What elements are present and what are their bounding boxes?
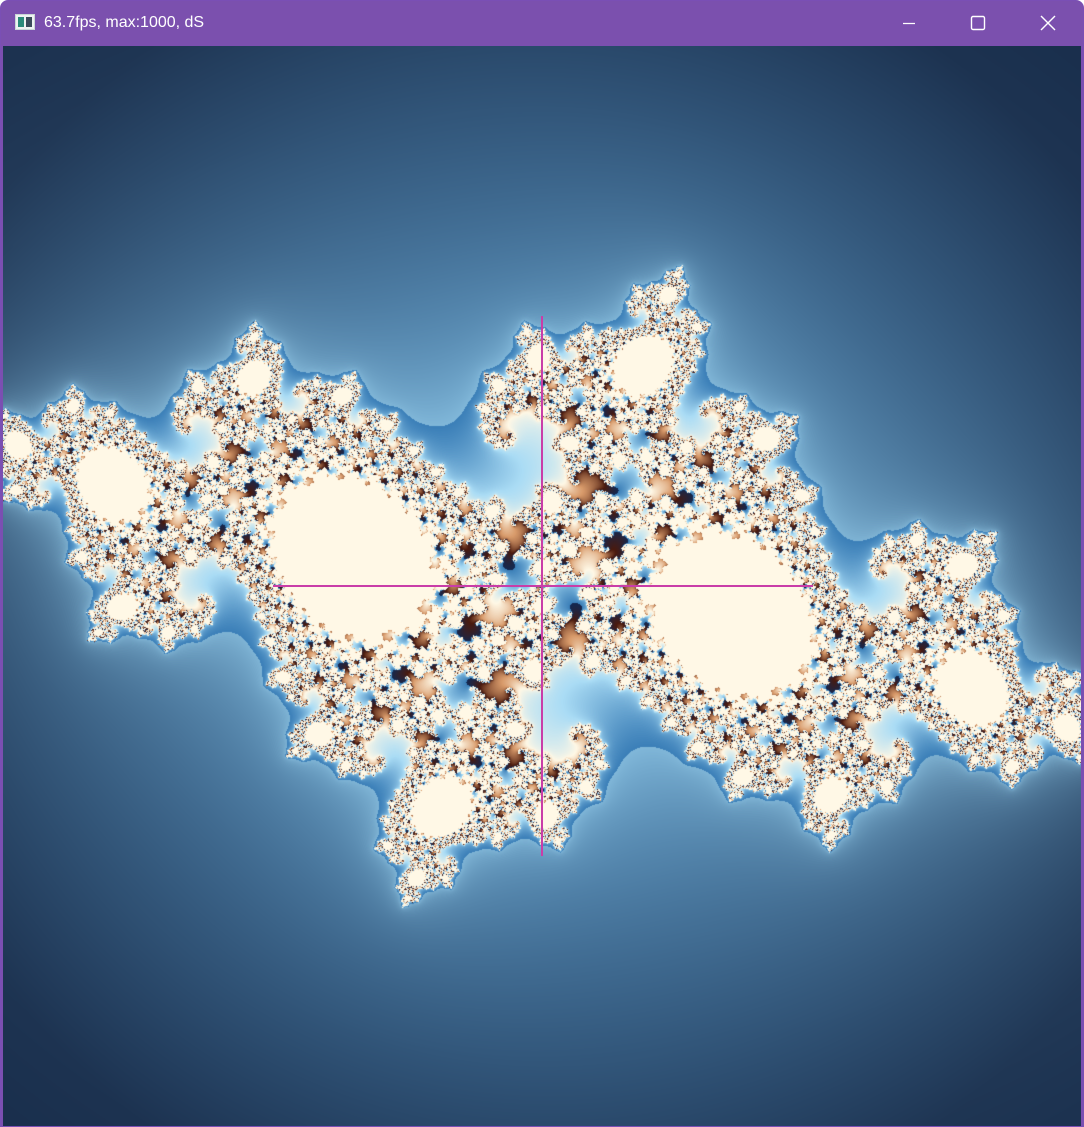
maximize-button[interactable] — [943, 1, 1013, 45]
title-bar[interactable]: 63.7fps, max:1000, dS — [1, 1, 1083, 45]
close-icon — [1040, 15, 1056, 31]
minimize-button[interactable] — [874, 1, 944, 45]
fractal-viewport[interactable] — [3, 46, 1081, 1126]
crosshair-horizontal — [273, 585, 813, 587]
minimize-icon — [903, 22, 915, 25]
maximize-icon — [970, 15, 986, 31]
window-title: 63.7fps, max:1000, dS — [44, 14, 205, 31]
app-icon — [15, 14, 35, 30]
crosshair-vertical — [541, 316, 543, 856]
close-button[interactable] — [1013, 1, 1083, 45]
app-window: 63.7fps, max:1000, dS — [0, 0, 1084, 1127]
